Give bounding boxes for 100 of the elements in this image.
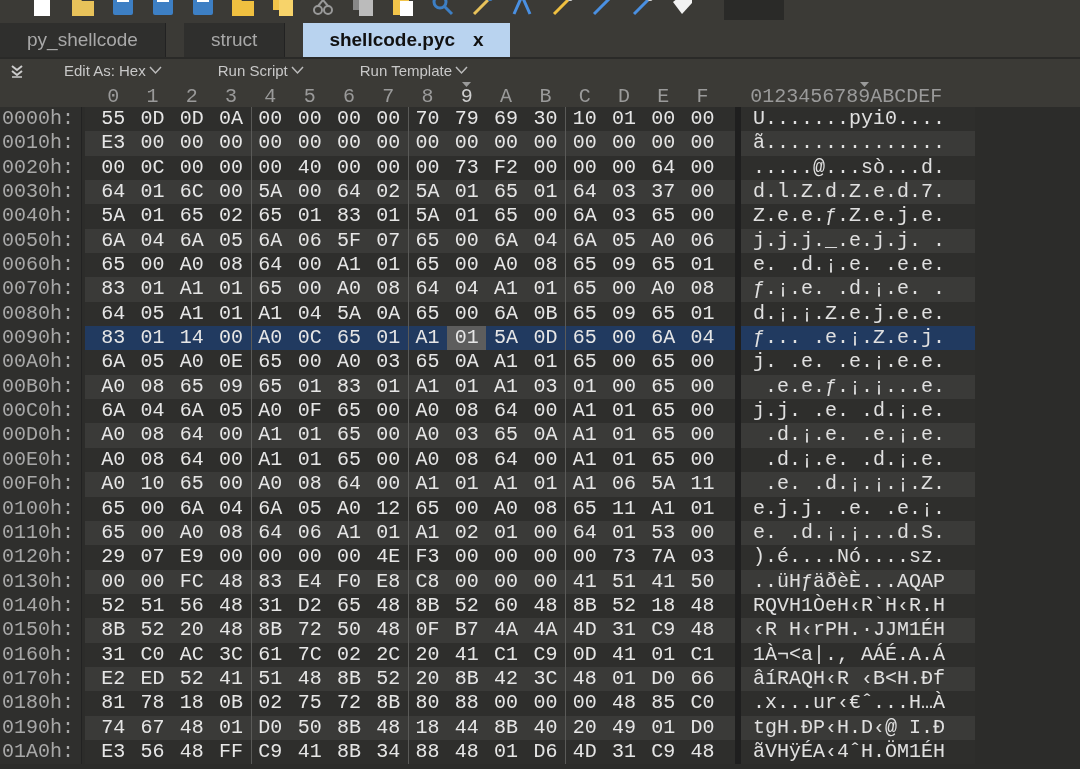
hex-byte[interactable]: 01 — [290, 447, 330, 473]
hex-byte[interactable]: 65 — [565, 277, 605, 302]
hex-byte[interactable]: 01 — [486, 520, 526, 546]
hex-byte[interactable]: 0A — [525, 423, 566, 448]
hex-byte[interactable]: 05 — [211, 228, 251, 254]
hex-byte[interactable]: 65 — [407, 350, 448, 375]
hex-byte[interactable]: 01 — [368, 374, 408, 400]
hex-byte[interactable]: 4A — [486, 618, 526, 643]
hex-byte[interactable]: 73 — [447, 155, 487, 181]
hex-byte[interactable]: 08 — [447, 447, 487, 473]
hex-byte[interactable]: 64 — [329, 472, 369, 497]
hex-byte[interactable]: 04 — [132, 228, 173, 254]
hex-byte[interactable]: 00 — [132, 253, 173, 278]
hex-byte[interactable]: 52 — [172, 666, 212, 692]
hex-byte[interactable]: A1 — [329, 253, 369, 278]
hex-byte[interactable]: 6A — [172, 399, 212, 424]
hex-byte[interactable]: 00 — [682, 350, 723, 375]
hex-byte[interactable]: 0C — [132, 155, 173, 181]
hex-byte[interactable]: 00 — [682, 399, 723, 424]
hex-byte[interactable]: A0 — [329, 496, 369, 521]
hex-byte[interactable]: 65 — [407, 301, 448, 327]
hex-byte[interactable]: A1 — [565, 447, 605, 473]
hex-byte[interactable]: 65 — [172, 472, 212, 497]
double-down-arrow-icon[interactable] — [10, 63, 24, 78]
hex-byte[interactable]: 05 — [132, 301, 173, 327]
hex-byte[interactable]: 70 — [407, 107, 448, 132]
hex-byte[interactable]: C9 — [643, 618, 683, 643]
hex-byte[interactable]: 65 — [329, 423, 369, 448]
hex-byte[interactable]: A0 — [93, 447, 133, 473]
hex-byte[interactable]: A0 — [486, 496, 526, 521]
hex-byte[interactable]: 00 — [682, 180, 723, 205]
hex-byte[interactable]: 18 — [643, 593, 683, 619]
hex-byte[interactable]: 6A — [565, 228, 605, 254]
hex-byte[interactable]: A1 — [407, 374, 448, 400]
hex-row[interactable]: 64 01 6C 00 5A 00 64 02 5A 01 65 01 64 03 37 00 d.l.Z.d.Z.e.d.7. — [85, 180, 975, 205]
hex-byte[interactable]: 75 — [290, 691, 330, 716]
hex-byte[interactable]: 44 — [447, 715, 487, 740]
hex-byte[interactable]: 00 — [447, 301, 487, 327]
hex-byte[interactable]: 00 — [682, 374, 723, 400]
hex-byte[interactable]: 00 — [565, 545, 605, 570]
hex-byte[interactable]: 03 — [682, 545, 723, 570]
hex-byte[interactable]: 00 — [682, 155, 723, 181]
hex-byte[interactable]: A0 — [486, 253, 526, 278]
hex-byte[interactable]: 00 — [682, 131, 723, 156]
hex-byte[interactable]: 08 — [368, 277, 408, 302]
hex-byte[interactable]: 02 — [250, 691, 290, 716]
hex-byte[interactable]: 20 — [407, 666, 448, 692]
hex-byte[interactable]: A1 — [565, 399, 605, 424]
file-tab[interactable]: py_shellcode — [0, 23, 166, 57]
hex-row[interactable]: 8B 52 20 48 8B 72 50 48 0F B7 4A 4A 4D 31 C9 48 ‹R H‹rPH.·JJM1ÉH — [85, 618, 975, 643]
hex-byte[interactable]: 02 — [368, 180, 408, 205]
hex-byte[interactable]: 6A — [565, 204, 605, 229]
hex-byte[interactable]: 00 — [211, 447, 251, 473]
hex-byte[interactable]: 00 — [643, 107, 683, 132]
hex-byte[interactable]: 64 — [486, 447, 526, 473]
hex-byte[interactable]: 00 — [211, 423, 251, 448]
hex-byte[interactable]: 00 — [525, 545, 566, 570]
hex-byte[interactable]: C1 — [682, 642, 723, 667]
hex-byte[interactable]: 08 — [447, 399, 487, 424]
hex-byte[interactable]: 65 — [486, 423, 526, 448]
hex-byte[interactable]: 7C — [290, 642, 330, 667]
hex-byte[interactable]: 03 — [604, 204, 644, 229]
hex-byte[interactable]: 0D — [565, 642, 605, 667]
hex-byte[interactable]: 05 — [604, 228, 644, 254]
hex-byte[interactable]: 01 — [604, 666, 644, 692]
hex-byte[interactable]: 65 — [250, 204, 290, 229]
hex-byte[interactable]: 20 — [565, 715, 605, 740]
hex-byte[interactable]: 18 — [407, 715, 448, 740]
hex-byte[interactable]: A0 — [172, 520, 212, 546]
hex-byte[interactable]: 02 — [447, 520, 487, 546]
hex-byte[interactable]: 01 — [565, 374, 605, 400]
file-tab[interactable]: shellcode.pyc x — [303, 23, 510, 57]
hex-byte[interactable]: 41 — [565, 569, 605, 594]
hex-byte[interactable]: 41 — [447, 642, 487, 667]
hex-byte[interactable]: A0 — [329, 277, 369, 302]
hex-byte[interactable]: 00 — [132, 131, 173, 156]
hex-byte[interactable]: 04 — [682, 326, 723, 351]
hex-byte[interactable]: 00 — [368, 447, 408, 473]
chevron-down-icon[interactable] — [148, 66, 162, 75]
hex-byte[interactable]: 00 — [368, 107, 408, 132]
hex-byte[interactable]: 8B — [329, 666, 369, 692]
hex-byte[interactable]: 8B — [486, 715, 526, 740]
hex-byte[interactable]: 0A — [211, 107, 251, 132]
hex-byte[interactable]: 03 — [604, 180, 644, 205]
hex-byte[interactable]: 01 — [447, 472, 487, 497]
hex-byte[interactable]: 00 — [525, 155, 566, 181]
hex-byte[interactable]: 00 — [525, 447, 566, 473]
hex-byte[interactable]: 51 — [132, 593, 173, 619]
hex-byte[interactable]: A0 — [172, 253, 212, 278]
hex-byte[interactable]: 08 — [525, 253, 566, 278]
hex-byte[interactable]: 65 — [250, 374, 290, 400]
hex-byte[interactable]: 72 — [290, 618, 330, 643]
hex-byte[interactable]: D0 — [250, 715, 290, 740]
hex-byte[interactable]: 8B — [329, 739, 369, 765]
hex-byte[interactable]: 48 — [447, 739, 487, 765]
hex-byte[interactable]: 6A — [172, 228, 212, 254]
hex-byte[interactable]: 08 — [525, 496, 566, 521]
hex-byte[interactable]: 06 — [604, 472, 644, 497]
hex-byte[interactable]: A1 — [250, 301, 290, 327]
hex-byte[interactable]: 01 — [132, 204, 173, 229]
